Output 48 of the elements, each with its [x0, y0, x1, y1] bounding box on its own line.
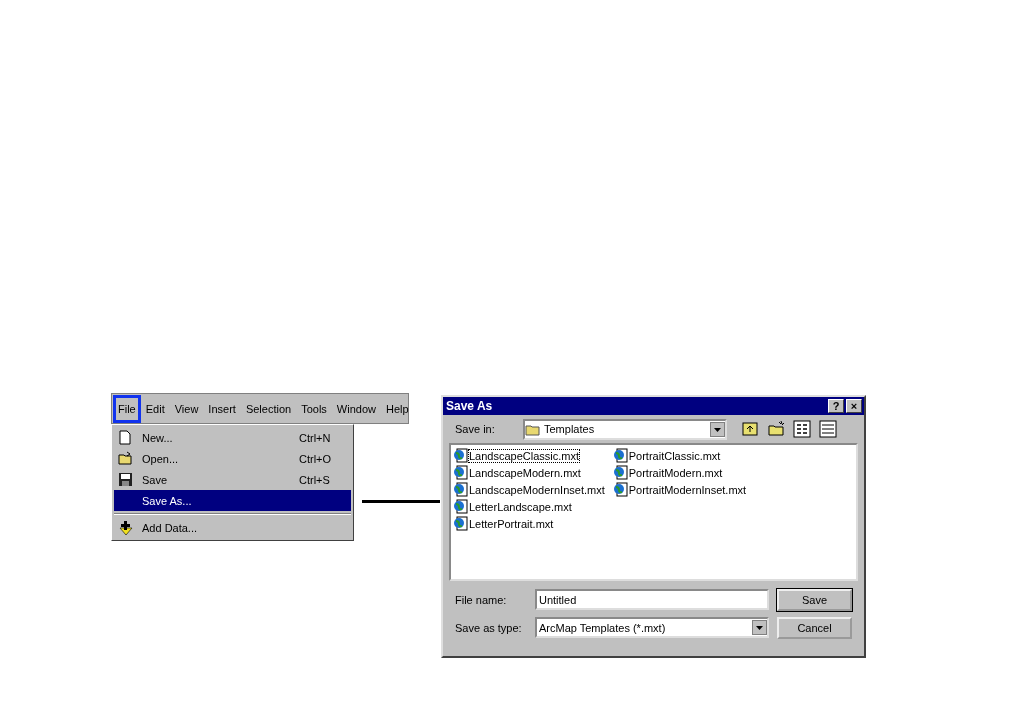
- cancel-button[interactable]: Cancel: [777, 617, 852, 639]
- menu-item[interactable]: Window: [331, 394, 381, 423]
- field-label: Save as type:: [454, 621, 523, 634]
- file-type-dropdown[interactable]: ArcMap Templates (*.mxt): [535, 617, 769, 638]
- folder-icon: [525, 422, 540, 436]
- menu-item[interactable]: New... Ctrl+N: [114, 427, 351, 448]
- file-name-field[interactable]: Untitled: [535, 589, 769, 610]
- help-button[interactable]: ?: [828, 399, 844, 413]
- menu-item[interactable]: Save As...: [114, 490, 351, 511]
- template-entry[interactable]: LetterPortrait.mxt: [453, 515, 605, 532]
- map-document-icon: [612, 482, 628, 497]
- field-label: File name:: [454, 593, 508, 606]
- field-label: Save in:: [454, 423, 496, 435]
- menu-item[interactable]: Add Data...: [114, 517, 351, 538]
- menu-item[interactable]: Open... Ctrl+O: [114, 448, 351, 469]
- map-document-icon: [453, 482, 468, 497]
- menu-item[interactable]: Save Ctrl+S: [114, 469, 351, 490]
- list-view-icon: [793, 420, 811, 438]
- menu-item[interactable]: Edit: [140, 394, 170, 423]
- close-button[interactable]: ×: [846, 399, 862, 413]
- map-document-icon: [453, 448, 468, 463]
- folder-icon: [118, 451, 133, 466]
- window-title: Save As: [446, 399, 493, 413]
- menu-item[interactable]: Insert: [203, 394, 241, 423]
- map-document-icon: [612, 465, 628, 480]
- map-document-icon: [612, 448, 628, 463]
- template-entry[interactable]: LandscapeClassic.mxt: [453, 447, 605, 464]
- menu-item[interactable]: File: [113, 394, 141, 423]
- save-button[interactable]: Save: [777, 589, 852, 611]
- menu-item[interactable]: Selection: [240, 394, 297, 423]
- template-entry[interactable]: LetterLandscape.mxt: [453, 498, 605, 515]
- map-document-icon: [453, 516, 468, 531]
- template-entry[interactable]: LandscapeModernInset.mxt: [453, 481, 605, 498]
- up-folder-icon: [741, 420, 759, 438]
- plus-icon: [118, 520, 133, 535]
- template-entry[interactable]: LandscapeModern.mxt: [453, 464, 605, 481]
- map-document-icon: [453, 465, 468, 480]
- details-view-icon: [819, 420, 837, 438]
- menu-item[interactable]: View: [169, 394, 204, 423]
- folder-dropdown[interactable]: Templates: [523, 418, 727, 440]
- map-document-icon: [453, 499, 468, 514]
- template-entry[interactable]: PortraitModernInset.mxt: [612, 481, 747, 498]
- menu-item[interactable]: Help: [380, 394, 414, 423]
- template-entry[interactable]: PortraitClassic.mxt: [612, 447, 747, 464]
- document-icon: [118, 430, 133, 445]
- menu-item[interactable]: Tools: [296, 394, 332, 423]
- new-folder-icon: [767, 420, 785, 438]
- template-entry[interactable]: PortraitModern.mxt: [612, 464, 747, 481]
